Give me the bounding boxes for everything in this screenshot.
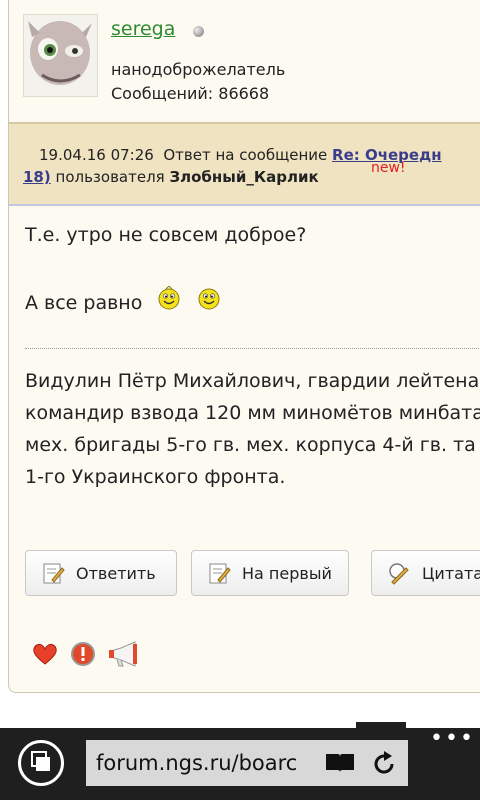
browser-toolbar: forum.ngs.ru/boarc ••• — [0, 728, 480, 800]
signature-line1: Видулин Пётр Михайлович, гвардии лейтена — [25, 370, 480, 392]
warning-icon[interactable] — [69, 640, 97, 668]
address-bar[interactable]: forum.ngs.ru/boarc — [86, 740, 408, 786]
quote-icon — [389, 563, 409, 585]
url-text[interactable]: forum.ngs.ru/boarc — [96, 751, 318, 775]
reply-link-continued[interactable]: 18) — [23, 168, 51, 186]
avatar[interactable] — [23, 14, 98, 97]
tabs-icon — [31, 751, 50, 771]
username-link[interactable]: serega — [111, 18, 175, 40]
signature-line3: мех. бригады 5-го гв. мех. корпуса 4-й г… — [25, 434, 476, 456]
new-badge: new! — [371, 160, 406, 176]
refresh-icon[interactable] — [370, 750, 398, 778]
reading-view-icon[interactable] — [324, 752, 356, 774]
user-post-count: Сообщений: 86668 — [111, 84, 270, 103]
by-user-text: пользователя — [55, 168, 165, 186]
to-first-button[interactable]: На первый — [191, 550, 349, 596]
signature-divider — [25, 348, 480, 349]
author-block: serega нанодоброжелатель Сообщений: 8666… — [9, 0, 480, 122]
to-first-button-label: На первый — [242, 563, 332, 583]
edit-note-icon — [209, 563, 231, 584]
signature-line4: 1-го Украинского фронта. — [25, 466, 286, 488]
message-line1: Т.е. утро не совсем доброе? — [25, 224, 307, 246]
quote-button[interactable]: Цитата — [371, 550, 480, 596]
quote-button-label: Цитата — [422, 563, 480, 583]
reply-to-text: Ответ на сообщение — [163, 146, 328, 164]
alien-avatar-icon — [24, 15, 97, 96]
online-status-icon — [193, 26, 204, 37]
smiley-icon — [198, 288, 220, 310]
megaphone-icon[interactable] — [107, 640, 141, 668]
post-datetime: 19.04.16 07:26 — [39, 146, 154, 164]
signature-line2: командир взвода 120 мм миномётов минбата — [25, 402, 480, 424]
edit-note-icon — [43, 563, 65, 584]
message-line2: А все равно — [25, 292, 143, 314]
forum-post: serega нанодоброжелатель Сообщений: 8666… — [8, 0, 480, 693]
smiley-icon — [158, 286, 180, 310]
reply-header-line2: 18) пользователя Злобный_Карлик — [23, 168, 319, 186]
reply-button-label: Ответить — [76, 563, 156, 583]
reply-header: 19.04.16 07:26 Ответ на сообщение Re: Оч… — [9, 122, 480, 206]
more-menu-button[interactable]: ••• — [430, 728, 475, 750]
reply-button[interactable]: Ответить — [25, 550, 177, 596]
heart-icon[interactable] — [31, 640, 59, 668]
tabs-button[interactable] — [18, 740, 64, 786]
user-rank: нанодоброжелатель — [111, 60, 286, 79]
reply-user[interactable]: Злобный_Карлик — [169, 168, 318, 186]
